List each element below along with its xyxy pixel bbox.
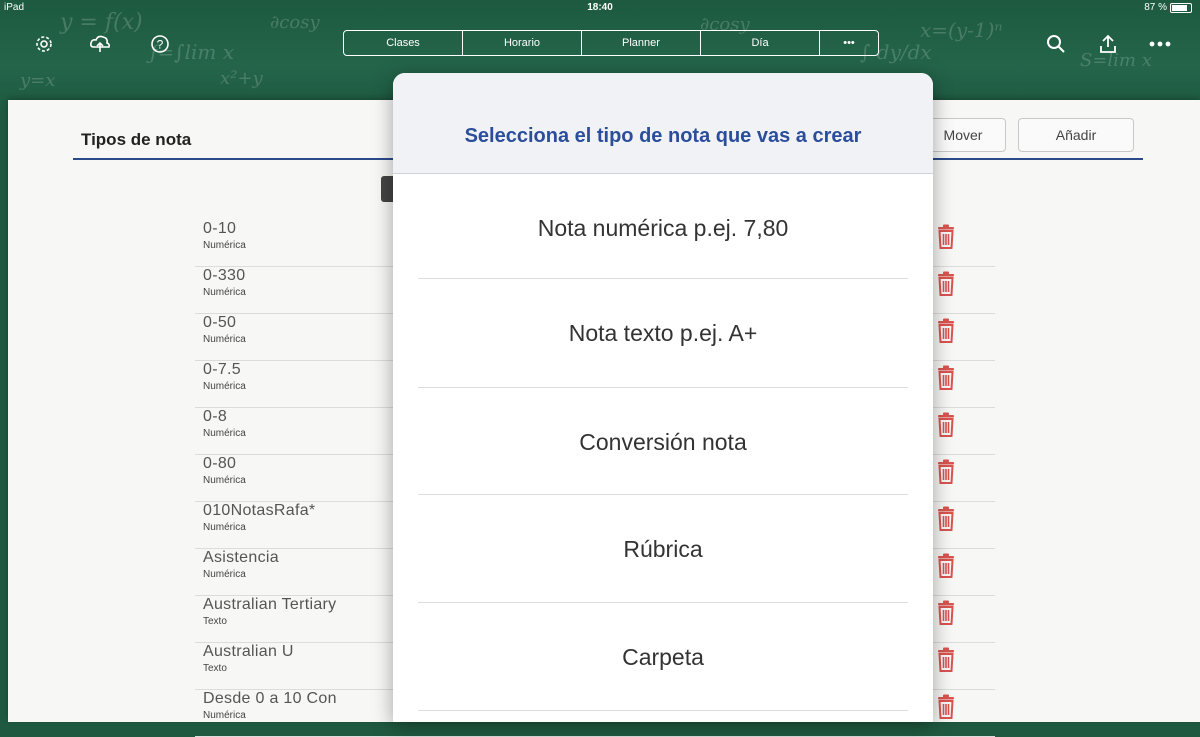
tab-horario[interactable]: Horario [463,31,582,55]
battery-indicator: 87 % [1144,2,1192,13]
option-numeric-grade[interactable]: Nota numérica p.ej. 7,80 [393,174,933,282]
main-tab-bar: Clases Horario Planner Día ••• [343,30,879,56]
tab-more[interactable]: ••• [820,31,878,55]
trash-icon[interactable] [935,224,957,250]
trash-icon[interactable] [935,647,957,673]
grade-type-name: 0-10 [203,220,237,237]
grade-type-kind: Numérica [203,334,246,345]
grade-type-name: 0-80 [203,455,237,472]
trash-icon[interactable] [935,506,957,532]
trash-icon[interactable] [935,553,957,579]
grade-type-kind: Numérica [203,569,246,580]
grade-type-name: 0-50 [203,314,237,331]
help-icon[interactable]: ? [146,30,174,58]
battery-icon [1170,2,1192,13]
option-label: Rúbrica [623,535,703,562]
grade-type-kind: Numérica [203,710,246,721]
trash-icon[interactable] [935,412,957,438]
option-folder[interactable]: Carpeta [393,603,933,711]
page-title: Tipos de nota [81,130,192,149]
tab-clases[interactable]: Clases [344,31,463,55]
settings-gear-icon[interactable] [30,30,58,58]
cloud-sync-icon[interactable] [86,30,114,58]
divider [418,710,908,711]
grade-type-kind: Numérica [203,381,246,392]
share-upload-icon[interactable] [1094,30,1122,58]
option-rubric[interactable]: Rúbrica [393,495,933,603]
more-menu-icon[interactable] [1146,30,1174,58]
grade-type-name: 010NotasRafa* [203,502,316,519]
option-label: Nota texto p.ej. A+ [568,319,758,346]
trash-icon[interactable] [935,318,957,344]
option-label: Carpeta [622,643,704,670]
option-label: Conversión nota [579,428,747,455]
note-type-popover: Selecciona el tipo de nota que vas a cre… [393,73,933,722]
grade-type-name: Australian Tertiary [203,596,337,613]
trash-icon[interactable] [935,600,957,626]
trash-icon[interactable] [935,365,957,391]
grade-type-kind: Numérica [203,240,246,251]
grade-type-kind: Texto [203,663,227,674]
grade-type-kind: Texto [203,616,227,627]
trash-icon[interactable] [935,694,957,720]
grade-type-name: 0-330 [203,267,246,284]
clock: 18:40 [587,2,613,13]
svg-text:?: ? [157,38,164,52]
trash-icon[interactable] [935,459,957,485]
popover-title: Selecciona el tipo de nota que vas a cre… [464,125,862,147]
tab-planner[interactable]: Planner [582,31,701,55]
trash-icon[interactable] [935,271,957,297]
popover-header: Selecciona el tipo de nota que vas a cre… [393,73,933,174]
grade-type-name: Desde 0 a 10 Con [203,690,337,707]
grade-type-kind: Numérica [203,287,246,298]
status-bar: iPad 18:40 87 % [0,2,1200,16]
option-grade-conversion[interactable]: Conversión nota [393,388,933,496]
battery-percent: 87 % [1144,2,1167,13]
grade-type-name: 0-8 [203,408,228,425]
search-icon[interactable] [1042,30,1070,58]
grade-type-kind: Numérica [203,428,246,439]
grade-type-kind: Numérica [203,475,246,486]
grade-type-name: 0-7.5 [203,361,241,378]
grade-type-name: Asistencia [203,549,279,566]
grade-type-name: Australian U [203,643,294,660]
option-text-grade[interactable]: Nota texto p.ej. A+ [393,279,933,387]
option-label: Nota numérica p.ej. 7,80 [537,214,789,241]
add-button[interactable]: Añadir [1018,118,1134,152]
grade-type-kind: Numérica [203,522,246,533]
tab-dia[interactable]: Día [701,31,820,55]
